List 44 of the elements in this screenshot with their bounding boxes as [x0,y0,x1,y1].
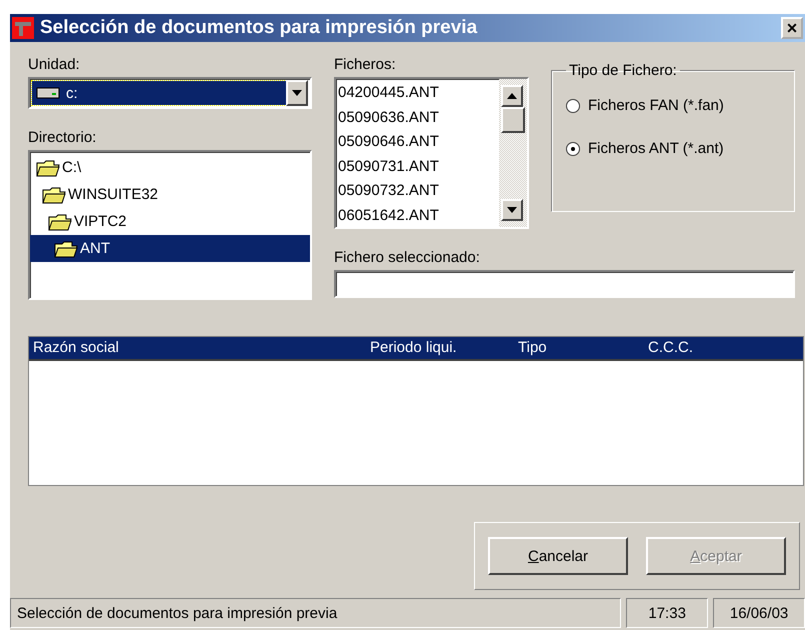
radio-button[interactable] [566,98,580,112]
directory-item[interactable]: ANT [30,235,310,262]
scrollbar[interactable] [499,79,527,227]
column-header[interactable]: C.C.C. [644,337,803,359]
window-title: Selección de documentos para impresión previa [40,17,478,39]
status-time: 17:33 [626,598,708,628]
app-logo-icon [12,17,34,39]
dropdown-button[interactable] [286,80,308,106]
directory-label: Directorio: [28,129,98,146]
status-message: Selección de documentos para impresión previa [10,598,622,628]
folder-icon [42,186,66,204]
status-date: 16/06/03 [713,598,805,628]
file-item[interactable]: 05090731.ANT [336,154,499,179]
folder-icon [48,212,72,230]
drive-label: Unidad: [28,56,81,73]
down-arrow-icon [292,90,302,96]
up-arrow-icon [507,93,517,99]
close-button[interactable]: × [781,17,803,39]
drive-icon [36,87,60,99]
scroll-thumb[interactable] [501,107,525,133]
column-header[interactable]: Periodo liqui. [366,337,514,359]
dialog-button[interactable]: Cancelar [488,537,628,575]
folder-icon [36,158,60,176]
selected-file-label: Fichero seleccionado: [334,249,481,266]
file-item[interactable]: 06051642.ANT [336,204,499,228]
radio-button[interactable] [566,142,580,156]
files-label: Ficheros: [334,56,397,73]
folder-icon [54,240,78,258]
directory-item[interactable]: C:\ [30,154,310,181]
directory-item[interactable]: WINSUITE32 [30,181,310,208]
directory-item[interactable]: VIPTC2 [30,208,310,235]
file-item[interactable]: 04200445.ANT [336,81,499,106]
file-item[interactable]: 05090636.ANT [336,106,499,130]
column-header[interactable]: Razón social [29,337,366,359]
drive-dropdown[interactable]: c: [28,77,312,109]
radio-option[interactable]: Ficheros ANT (*.ant) [566,140,780,157]
drive-value: c: [66,84,78,102]
radio-option[interactable]: Ficheros FAN (*.fan) [566,97,780,114]
column-header[interactable]: Tipo [514,337,644,359]
file-type-legend: Tipo de Fichero: [566,62,680,79]
selected-file-field[interactable] [334,270,795,298]
file-item[interactable]: 05090646.ANT [336,130,499,154]
down-arrow-icon [507,207,517,213]
file-item[interactable]: 05090732.ANT [336,179,499,204]
